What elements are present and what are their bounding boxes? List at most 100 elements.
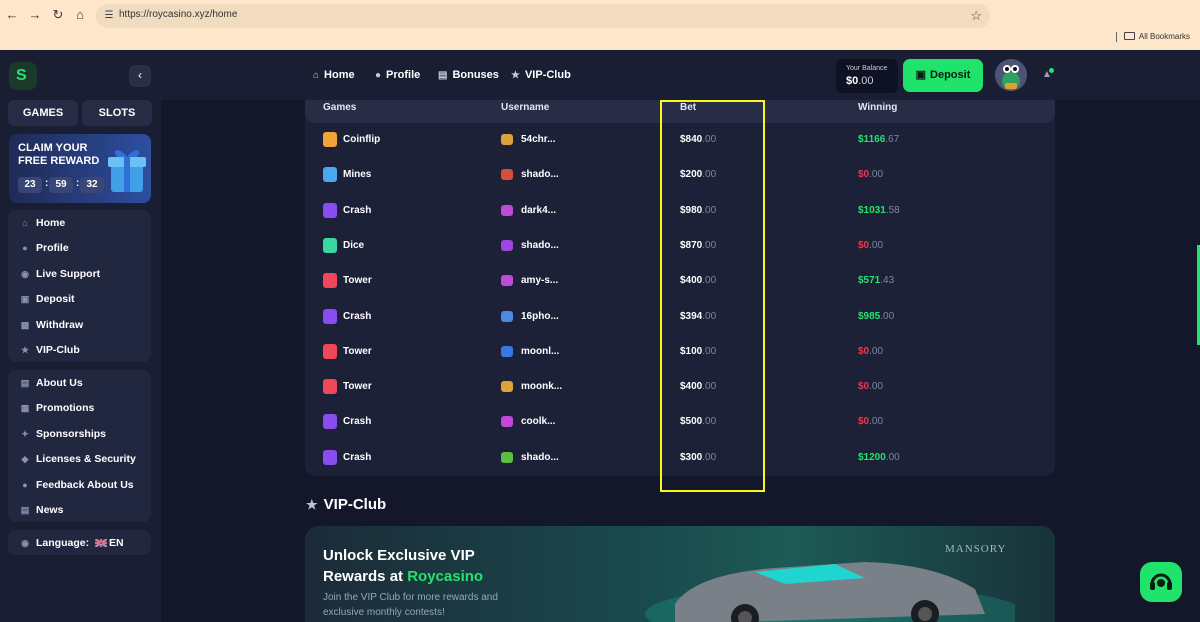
avatar[interactable] (995, 59, 1027, 91)
bet-cents: .00 (702, 275, 717, 287)
menu-item-withdraw[interactable]: ▩ Withdraw (20, 317, 83, 333)
home-icon[interactable]: ⌂ (72, 7, 88, 23)
bet-amount: $400.00 (680, 381, 716, 392)
nav-profile[interactable]: ● Profile (375, 69, 420, 81)
vip-headline-brand: Roycasino (407, 568, 484, 585)
support-chat-button[interactable] (1140, 562, 1182, 602)
table-row[interactable]: Tower moonk... $400.00 $0.00 (305, 372, 1055, 402)
game-name: Dice (343, 239, 365, 251)
username: moonk... (521, 381, 563, 393)
bet-whole: $200 (680, 169, 703, 181)
home-icon: ⌂ (313, 70, 320, 81)
headset-icon (1150, 573, 1172, 590)
vip-description: Join the VIP Club for more rewards and e… (323, 592, 498, 618)
win-whole: $1200 (858, 451, 886, 463)
bookmark-star-icon[interactable]: ☆ (970, 8, 982, 24)
menu-item-profile[interactable]: ● Profile (20, 240, 68, 256)
sidebar-collapse-button[interactable]: ‹ (129, 65, 151, 87)
recent-bets-table: Games Username Bet Winning Coinflip 54chr… (305, 100, 1055, 476)
bet-amount: $200.00 (680, 169, 716, 180)
balance-display: Your Balance $0.00 (836, 59, 898, 93)
forward-icon[interactable]: → (27, 7, 43, 23)
menu-item-feedback[interactable]: ● Feedback About Us (20, 477, 133, 493)
win-whole: $1166 (858, 134, 886, 145)
nav-home[interactable]: ⌂ Home (313, 69, 355, 81)
menu-item-home[interactable]: ⌂ Home (20, 215, 65, 231)
table-row[interactable]: Crash coolk... $500.00 $0.00 (305, 407, 1055, 437)
bet-cents: .00 (702, 381, 717, 393)
bet-amount: $300.00 (680, 452, 716, 463)
menu-label: Home (36, 217, 66, 229)
win-cents: .00 (869, 381, 884, 393)
table-row[interactable]: Crash dark4... $980.00 $1031.58 (305, 196, 1055, 226)
menu-item-news[interactable]: ▤ News (20, 502, 64, 518)
winning-amount: $1166.67 (858, 134, 899, 145)
table-row[interactable]: Tower moonl... $100.00 $0.00 (305, 337, 1055, 367)
all-bookmarks[interactable]: All Bookmarks (1123, 32, 1190, 41)
table-row[interactable]: Crash shado... $300.00 $1200 .00 (305, 443, 1055, 473)
table-row[interactable]: Mines shado... $200.00 $0.00 (305, 160, 1055, 190)
winning-amount: $571.43 (858, 275, 894, 286)
menu-item-licenses-security[interactable]: ◆ Licenses & Security (20, 451, 136, 467)
bet-cents: .00 (702, 310, 717, 322)
free-reward-promo[interactable]: CLAIM YOUR FREE REWARD 23 : 59 : 32 (9, 134, 151, 203)
user-avatar-icon (501, 275, 513, 287)
countdown-minutes: 59 (49, 177, 73, 193)
menu-item-sponsorships[interactable]: ✦ Sponsorships (20, 426, 106, 442)
winning-amount: $0.00 (858, 381, 883, 392)
game-icon (323, 167, 337, 183)
news-icon: ▤ (20, 505, 30, 515)
language-label: ◉ Language: EN (20, 535, 124, 551)
deposit-button[interactable]: ▣ Deposit (903, 59, 983, 92)
game-icon (323, 414, 337, 430)
vip-title-text: VIP-Club (323, 496, 387, 513)
game-name: Tower (343, 345, 372, 357)
game-name: Coinflip (343, 134, 381, 145)
bet-whole: $500 (680, 416, 703, 428)
menu-item-live-support[interactable]: ◉ Live Support (20, 266, 100, 282)
win-whole: $0 (858, 239, 870, 251)
table-row[interactable]: Tower amy-s... $400.00 $571.43 (305, 266, 1055, 296)
balance-value: $0.00 (846, 75, 874, 87)
username: coolk... (521, 416, 556, 428)
tab-slots[interactable]: SLOTS (82, 100, 152, 126)
deposit-label: Deposit (930, 69, 971, 81)
back-icon[interactable]: ← (4, 7, 20, 23)
reload-icon[interactable]: ↻ (50, 7, 66, 23)
win-whole: $1031 (858, 204, 886, 216)
address-bar[interactable]: ☰ https://roycasino.xyz/home ☆ (96, 4, 990, 28)
menu-item-promotions[interactable]: ▦ Promotions (20, 400, 95, 416)
game-name: Mines (343, 169, 372, 181)
all-bookmarks-label: All Bookmarks (1138, 32, 1190, 41)
bet-amount: $980.00 (680, 205, 716, 216)
bet-amount: $500.00 (680, 416, 716, 427)
menu-item-about-us[interactable]: ▤ About Us (20, 375, 83, 391)
user-icon: ● (22, 243, 28, 253)
vip-banner[interactable]: Unlock Exclusive VIP Rewards at Roycasin… (305, 526, 1055, 622)
language-selector[interactable]: ◉ Language: EN (8, 530, 151, 555)
site-info-icon[interactable]: ☰ (102, 9, 116, 23)
table-row[interactable]: Coinflip 54chr... $840.00 $1166.67 (305, 125, 1055, 155)
menu-item-vip-club[interactable]: ★ VIP-Club (20, 342, 80, 358)
browser-chrome: ← → ↻ ⌂ ☰ https://roycasino.xyz/home ☆ A… (0, 0, 1200, 50)
menu-label: Sponsorships (36, 428, 107, 440)
table-row[interactable]: Crash 16pho... $394.00 $985.00 (305, 302, 1055, 332)
tab-games[interactable]: GAMES (8, 100, 78, 126)
win-whole: $571 (858, 275, 881, 287)
game-icon (323, 202, 337, 218)
table-row[interactable]: Dice shado... $870.00 $0.00 (305, 231, 1055, 261)
game-name: Crash (343, 451, 372, 463)
game-icon (323, 379, 337, 395)
bet-whole: $840 (680, 134, 703, 145)
nav-bonuses[interactable]: ▤ Bonuses (438, 69, 499, 81)
bet-cents: .00 (702, 451, 717, 463)
game-icon (323, 273, 337, 289)
menu-label: Deposit (36, 293, 75, 305)
menu-item-deposit[interactable]: ▣ Deposit (20, 291, 75, 307)
username: shado... (521, 239, 559, 251)
header-games: Games (323, 102, 357, 113)
username: shado... (521, 451, 559, 463)
info-menu: ▤ About Us ▦ Promotions ✦ Sponsorships ◆ Lic… (8, 370, 151, 522)
site-logo[interactable]: S (9, 62, 37, 90)
nav-vip-club[interactable]: ★ VIP-Club (511, 69, 571, 81)
